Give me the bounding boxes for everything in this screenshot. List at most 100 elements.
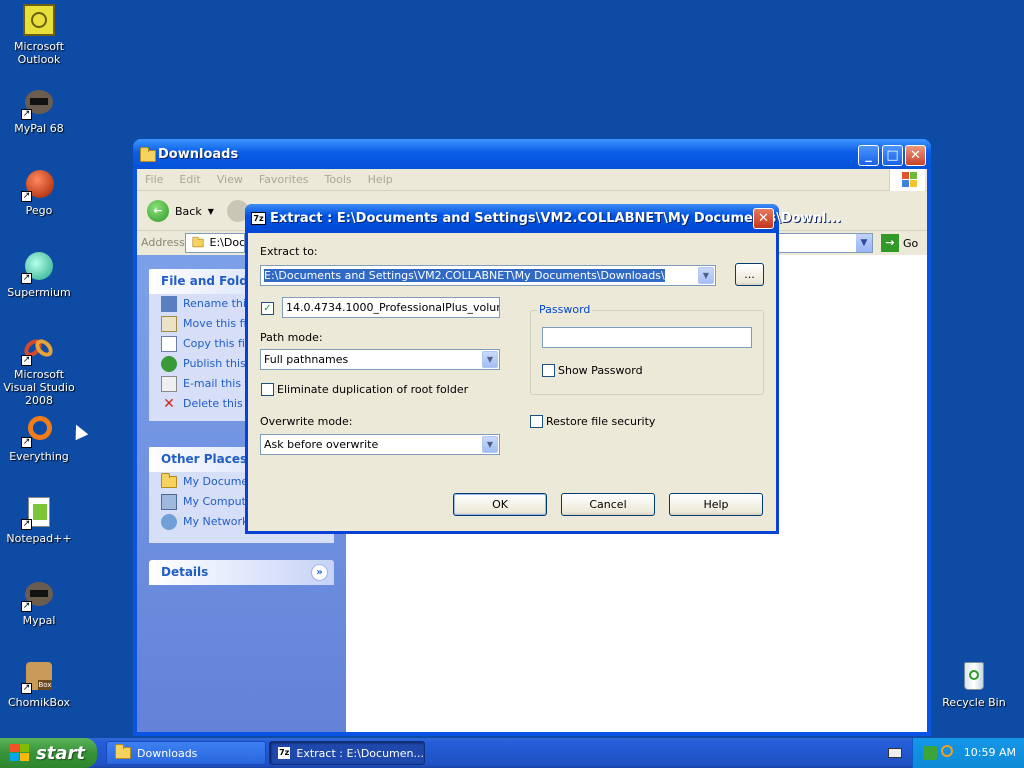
subfolder-checkbox[interactable]: ✓ [261, 302, 274, 315]
chevron-down-icon[interactable]: ▼ [855, 234, 872, 252]
raccoon-icon: ↗ [21, 86, 55, 120]
search-icon[interactable] [941, 745, 953, 757]
recycle-bin-icon [958, 660, 990, 692]
show-password-checkbox[interactable] [542, 364, 555, 377]
details-title[interactable]: Details » [149, 560, 334, 585]
overwrite-mode-value: Ask before overwrite [264, 438, 379, 451]
details-panel: Details » [149, 560, 334, 585]
cancel-button[interactable]: Cancel [561, 493, 655, 516]
desktop-icon-label: Microsoft Outlook [13, 40, 65, 66]
window-title: Downloads [158, 147, 239, 162]
notepadpp-icon: ↗ [21, 496, 55, 530]
minimize-button[interactable]: _ [858, 145, 879, 166]
desktop-icon-mypal[interactable]: ↗ Mypal [0, 578, 79, 627]
menu-view[interactable]: View [209, 169, 251, 191]
desktop-icon-outlook[interactable]: Microsoft Outlook [0, 4, 79, 66]
restore-security-label: Restore file security [546, 415, 656, 428]
windows-logo-icon [889, 169, 925, 191]
start-button[interactable]: start [0, 738, 97, 768]
address-label: Address [141, 236, 185, 249]
overwrite-mode-select[interactable]: Ask before overwrite ▼ [260, 434, 500, 455]
restore-security-checkbox[interactable] [530, 415, 543, 428]
network-icon[interactable] [923, 746, 937, 760]
move-icon [161, 316, 177, 332]
back-arrow-icon: ← [147, 200, 169, 222]
7zip-icon: 7z [278, 747, 291, 759]
chevron-down-icon[interactable]: » [311, 564, 328, 581]
chevron-down-icon[interactable]: ▼ [208, 207, 214, 216]
desktop-icon-supermium[interactable]: ↗ Supermium [0, 250, 79, 299]
path-mode-select[interactable]: Full pathnames ▼ [260, 349, 500, 370]
menu-favorites[interactable]: Favorites [251, 169, 317, 191]
desktop-icon-label: Everything [9, 450, 69, 463]
rename-icon [161, 296, 177, 312]
path-mode-value: Full pathnames [264, 353, 349, 366]
go-button[interactable]: → Go [881, 234, 918, 252]
address-value: E:\Docu [209, 236, 245, 249]
password-group-label: Password [537, 303, 593, 316]
eliminate-duplication-checkbox[interactable] [261, 383, 274, 396]
path-mode-label: Path mode: [260, 331, 323, 344]
menu-tools[interactable]: Tools [317, 169, 360, 191]
outlook-icon [23, 4, 55, 36]
system-tray: 10:59 AM [912, 738, 1024, 768]
pego-icon: ↗ [21, 168, 55, 202]
task-label: E-mail this fil [183, 377, 255, 390]
copy-icon [161, 336, 177, 352]
network-icon [161, 514, 177, 530]
extract-dialog: 7z Extract : E:\Documents and Settings\V… [245, 204, 841, 534]
email-icon [161, 376, 177, 392]
desktop-icon-pego[interactable]: ↗ Pego [0, 168, 79, 217]
extract-to-combo[interactable]: E:\Documents and Settings\VM2.COLLABNET\… [260, 265, 716, 286]
password-input[interactable] [542, 327, 752, 348]
everything-icon: ↗ [21, 414, 55, 448]
extract-to-label: Extract to: [260, 245, 318, 258]
folder-icon [161, 473, 177, 488]
address-dropdown[interactable]: ▼ [777, 233, 873, 253]
browse-button[interactable]: ... [735, 263, 764, 286]
windows-logo-icon [10, 744, 30, 762]
desktop-icon-notepadpp[interactable]: ↗ Notepad++ [0, 496, 79, 545]
clock[interactable]: 10:59 AM [964, 746, 1016, 759]
menu-help[interactable]: Help [360, 169, 401, 191]
subfolder-input[interactable]: 14.0.4734.1000_ProfessionalPlus_volume_x… [282, 297, 500, 318]
details-label: Details [161, 565, 209, 579]
go-label: Go [903, 236, 919, 250]
7zip-icon: 7z [251, 212, 266, 225]
dialog-titlebar[interactable]: 7z Extract : E:\Documents and Settings\V… [245, 204, 841, 233]
taskbar: start Downloads 7z Extract : E:\Documen.… [0, 738, 1024, 768]
explorer-titlebar[interactable]: Downloads _ □ ✕ [133, 139, 931, 169]
menu-file[interactable]: File [137, 169, 171, 191]
task-label: Copy this file [183, 337, 255, 350]
desktop-icon-recycle-bin[interactable]: Recycle Bin [934, 660, 1014, 709]
menu-edit[interactable]: Edit [171, 169, 208, 191]
desktop-icon-label: Pego [25, 204, 53, 217]
dialog-body: Extract to: E:\Documents and Settings\VM… [248, 233, 776, 531]
extract-to-value: E:\Documents and Settings\VM2.COLLABNET\… [264, 269, 665, 282]
back-button[interactable]: ← Back ▼ [147, 199, 214, 223]
address-input[interactable]: E:\Docu [185, 233, 245, 253]
desktop-icon-label: ChomikBox [8, 696, 70, 709]
taskbar-item-label: Extract : E:\Documen... [296, 746, 424, 760]
desktop-icon-label: Mypal [22, 614, 56, 627]
chevron-down-icon[interactable]: ▼ [698, 267, 714, 284]
visual-studio-icon: ↗ [20, 332, 57, 366]
close-button[interactable]: ✕ [905, 145, 926, 166]
desktop-icon-label: Supermium [7, 286, 71, 299]
desktop-icon-visual-studio[interactable]: ↗ Microsoft Visual Studio 2008 [0, 332, 79, 407]
chevron-down-icon[interactable]: ▼ [482, 351, 498, 368]
desktop-icon-mypal68[interactable]: ↗ MyPal 68 [0, 86, 79, 135]
taskbar-item-extract[interactable]: 7z Extract : E:\Documen... [269, 741, 425, 765]
chevron-down-icon[interactable]: ▼ [482, 436, 498, 453]
password-group: Password Show Password [530, 303, 764, 395]
desktop-icon-chomikbox[interactable]: Box ↗ ChomikBox [0, 660, 79, 709]
keyboard-icon[interactable] [888, 748, 902, 758]
folder-icon [192, 236, 204, 248]
taskbar-item-downloads[interactable]: Downloads [106, 741, 266, 765]
place-label: My Compute [183, 495, 253, 508]
help-button[interactable]: Help [669, 493, 763, 516]
desktop-icon-everything[interactable]: ↗ Everything [0, 414, 79, 463]
ok-button[interactable]: OK [453, 493, 547, 516]
dialog-close-button[interactable]: ✕ [753, 208, 774, 229]
maximize-button[interactable]: □ [882, 145, 903, 166]
